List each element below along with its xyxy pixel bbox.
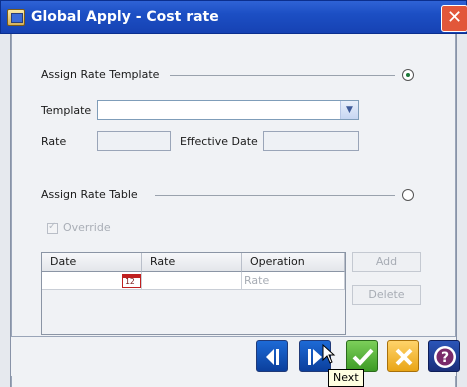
delete-button[interactable]: Delete: [352, 285, 421, 305]
table-cell-operation[interactable]: Rate: [242, 272, 345, 290]
template-label: Template: [41, 104, 92, 117]
rate-table-radio[interactable]: [402, 189, 414, 201]
table-cell-rate[interactable]: [142, 272, 242, 290]
previous-button[interactable]: [256, 340, 288, 372]
override-label: Override: [63, 221, 111, 234]
add-button[interactable]: Add: [352, 252, 421, 272]
cancel-icon: [395, 348, 413, 366]
global-apply-dialog: Global Apply - Cost rate ✕ Assign Rate T…: [0, 0, 467, 387]
rate-label: Rate: [41, 135, 67, 148]
close-icon: ✕: [446, 7, 463, 28]
rate-template-heading: Assign Rate Template: [41, 68, 160, 81]
right-frame: [456, 34, 467, 387]
left-frame: [0, 34, 11, 387]
calendar-icon[interactable]: 12: [122, 274, 141, 288]
chevron-down-icon[interactable]: ▼: [340, 101, 358, 119]
window-title: Global Apply - Cost rate: [31, 9, 219, 25]
calendar-icon-text: 12: [125, 277, 135, 286]
section-divider: [155, 195, 395, 196]
close-button[interactable]: ✕: [441, 5, 467, 32]
column-header-operation[interactable]: Operation: [242, 253, 345, 272]
rate-template-radio[interactable]: [402, 69, 414, 81]
table-cell-date[interactable]: 12: [42, 272, 142, 290]
column-header-rate[interactable]: Rate: [142, 253, 242, 272]
title-bar: Global Apply - Cost rate ✕: [0, 0, 467, 34]
help-button[interactable]: ?: [428, 340, 460, 372]
svg-text:?: ?: [441, 350, 449, 366]
rate-table: Date Rate Operation 12 Rate: [41, 252, 346, 335]
help-icon: ?: [434, 346, 456, 368]
template-dropdown[interactable]: ▼: [97, 100, 359, 120]
rate-table-heading: Assign Rate Table: [41, 188, 138, 201]
column-header-date[interactable]: Date: [42, 253, 142, 272]
next-tooltip: Next: [328, 369, 364, 387]
override-checkbox[interactable]: [47, 221, 58, 234]
section-divider: [170, 75, 395, 76]
arrow-left-icon: [266, 349, 279, 365]
ok-button[interactable]: [346, 340, 378, 372]
cancel-button[interactable]: [387, 340, 419, 372]
window-icon: [7, 9, 25, 26]
effective-date-field: [263, 131, 359, 151]
rate-field: [97, 131, 171, 151]
effective-date-label: Effective Date: [180, 135, 258, 148]
mouse-pointer-icon: [322, 344, 336, 364]
